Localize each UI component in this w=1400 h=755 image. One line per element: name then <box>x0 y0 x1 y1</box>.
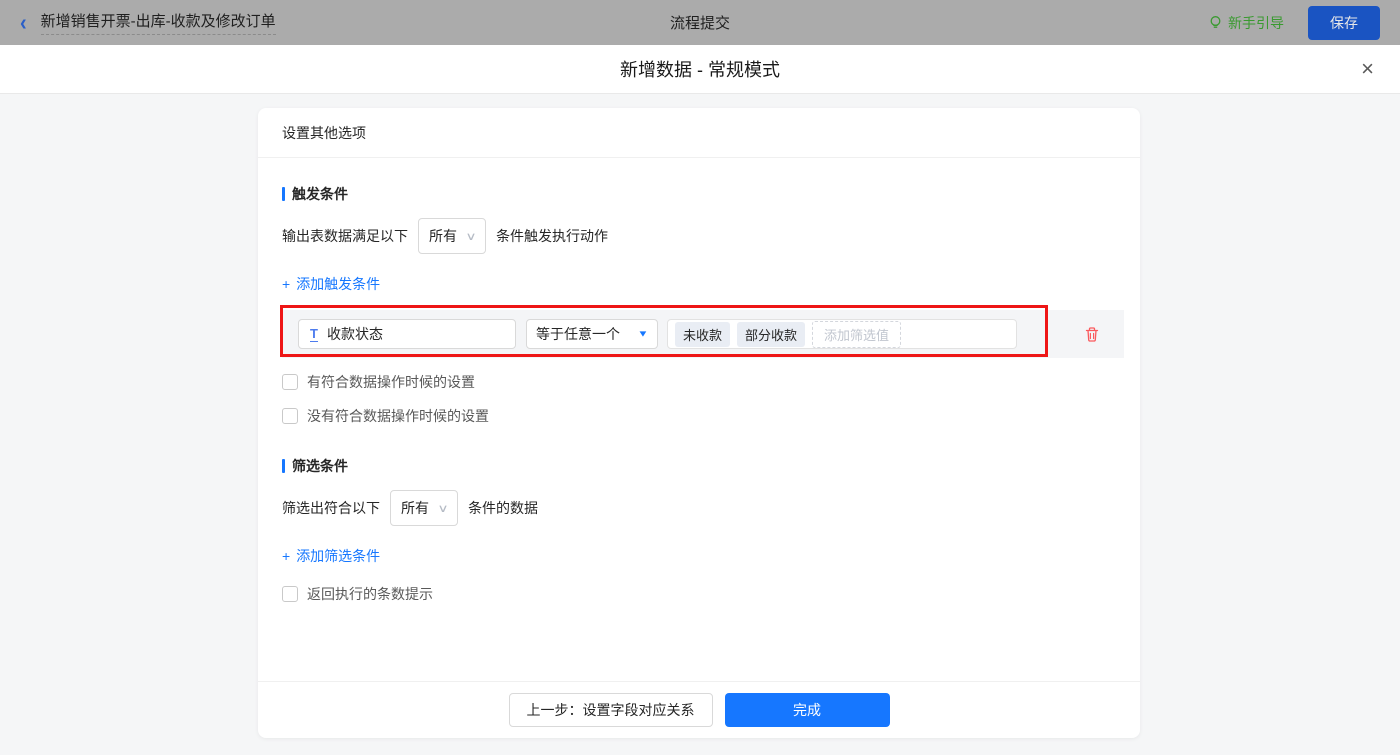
has-matching-data-option: 有符合数据操作时候的设置 <box>282 372 1140 392</box>
modal-title: 新增数据 - 常规模式 <box>620 60 780 80</box>
save-button[interactable]: 保存 <box>1308 5 1380 40</box>
new-data-modal: 新增数据 - 常规模式 × 设置其他选项 触发条件 输出表数据满足以下 所有 ∨… <box>0 45 1400 755</box>
plus-icon: + <box>282 276 291 292</box>
section-accent-bar <box>282 187 285 201</box>
trigger-condition-row: T 收款状态 等于任意一个 ▼ 未收款 部分收款 添加筛选值 <box>280 305 1124 358</box>
filter-match-value: 所有 <box>401 500 429 516</box>
has-matching-data-label: 有符合数据操作时候的设置 <box>307 374 475 390</box>
panel-header: 设置其他选项 <box>258 108 1140 158</box>
add-value-placeholder[interactable]: 添加筛选值 <box>812 320 902 348</box>
options-panel: 设置其他选项 触发条件 输出表数据满足以下 所有 ∨ 条件触发执行动作 + 添加… <box>258 108 1140 738</box>
add-filter-condition-link[interactable]: + 添加筛选条件 <box>282 546 380 566</box>
close-icon[interactable]: × <box>1361 58 1374 80</box>
plus-icon: + <box>282 548 291 564</box>
return-count-option: 返回执行的条数提示 <box>282 584 1140 604</box>
filter-sentence-prefix: 筛选出符合以下 <box>282 500 380 516</box>
filter-sentence-suffix: 条件的数据 <box>468 500 539 516</box>
trigger-sentence-suffix: 条件触发执行动作 <box>496 228 609 244</box>
filter-match-select[interactable]: 所有 ∨ <box>390 490 459 526</box>
panel-body: 触发条件 输出表数据满足以下 所有 ∨ 条件触发执行动作 + 添加触发条件 T <box>258 158 1140 681</box>
condition-operator-value: 等于任意一个 <box>536 326 620 342</box>
filter-section-label: 筛选条件 <box>292 458 348 474</box>
return-count-label: 返回执行的条数提示 <box>307 586 433 602</box>
condition-operator-select[interactable]: 等于任意一个 ▼ <box>526 319 658 349</box>
chevron-down-icon: ∨ <box>465 230 477 243</box>
back-chevron-icon[interactable]: ‹ <box>20 11 27 34</box>
trigger-section-label: 触发条件 <box>292 186 348 202</box>
add-trigger-condition-link[interactable]: + 添加触发条件 <box>282 274 380 294</box>
no-matching-data-option: 没有符合数据操作时候的设置 <box>282 406 1140 426</box>
modal-header: 新增数据 - 常规模式 × <box>0 45 1400 94</box>
section-accent-bar <box>282 459 285 473</box>
condition-field-select[interactable]: T 收款状态 <box>298 319 516 349</box>
guide-label: 新手引导 <box>1228 14 1284 31</box>
trigger-section-title: 触发条件 <box>282 184 1140 204</box>
beginner-guide-link[interactable]: 新手引导 <box>1208 13 1284 33</box>
add-filter-condition-label: 添加筛选条件 <box>296 548 381 564</box>
filter-match-sentence: 筛选出符合以下 所有 ∨ 条件的数据 <box>282 490 1140 526</box>
top-bar: 流程提交 ‹ 新增销售开票-出库-收款及修改订单 新手引导 保存 <box>0 0 1400 45</box>
trigger-match-select[interactable]: 所有 ∨ <box>418 218 487 254</box>
flow-name-editable[interactable]: 新增销售开票-出库-收款及修改订单 <box>40 10 276 35</box>
checkbox-unchecked[interactable] <box>282 374 298 390</box>
trigger-sentence-prefix: 输出表数据满足以下 <box>282 228 408 244</box>
no-matching-data-label: 没有符合数据操作时候的设置 <box>307 408 489 424</box>
done-button[interactable]: 完成 <box>724 693 890 727</box>
value-tag[interactable]: 部分收款 <box>737 321 806 347</box>
chevron-down-icon: ∨ <box>437 502 449 515</box>
trigger-match-sentence: 输出表数据满足以下 所有 ∨ 条件触发执行动作 <box>282 218 1140 254</box>
text-field-type-icon: T <box>310 325 318 342</box>
trash-icon <box>1085 326 1099 342</box>
trigger-match-value: 所有 <box>429 228 457 244</box>
condition-field-value: 收款状态 <box>326 326 383 342</box>
checkbox-unchecked[interactable] <box>282 586 298 602</box>
caret-down-icon: ▼ <box>637 329 649 339</box>
lightbulb-icon <box>1210 16 1221 28</box>
filter-section-title: 筛选条件 <box>282 456 1140 476</box>
condition-values-input[interactable]: 未收款 部分收款 添加筛选值 <box>667 319 1017 349</box>
checkbox-unchecked[interactable] <box>282 408 298 424</box>
value-tag[interactable]: 未收款 <box>675 321 731 347</box>
panel-footer: 上一步：设置字段对应关系 完成 <box>258 681 1140 738</box>
previous-step-button[interactable]: 上一步：设置字段对应关系 <box>508 693 713 727</box>
delete-condition-button[interactable] <box>1084 326 1100 343</box>
add-trigger-condition-label: 添加触发条件 <box>296 276 381 292</box>
